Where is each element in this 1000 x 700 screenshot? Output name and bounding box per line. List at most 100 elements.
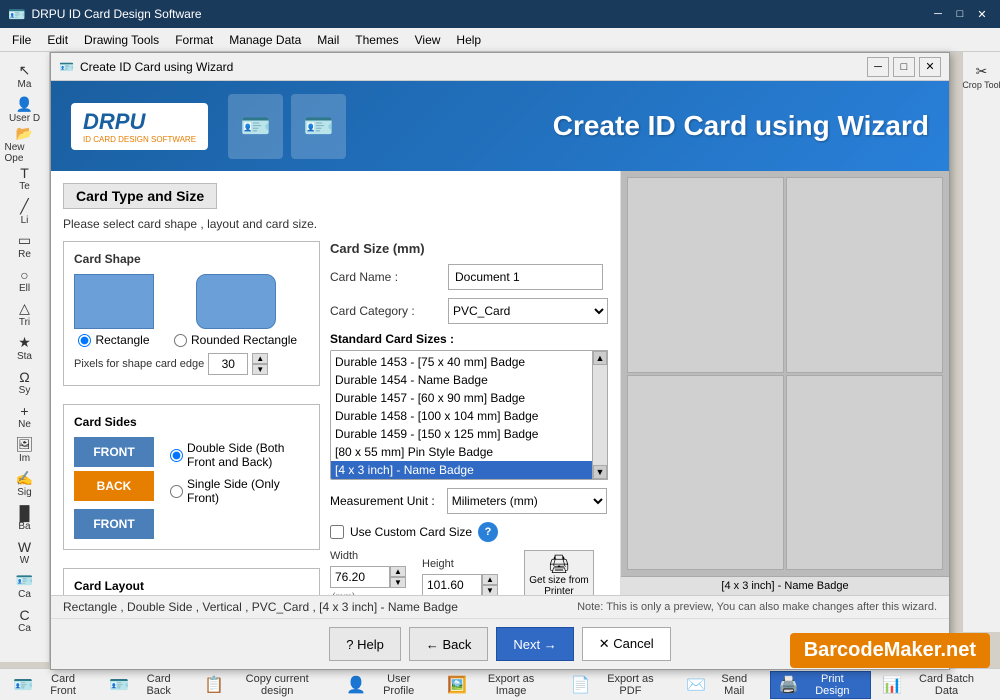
copy-design-label: Copy current design — [228, 673, 326, 697]
wizard-controls: ─ □ ✕ — [867, 57, 941, 77]
tool-sign[interactable]: ✍Sig — [4, 468, 46, 500]
toolbar-card-batch[interactable]: 📊 Card Batch Data — [873, 671, 996, 699]
tool-c[interactable]: CCa — [4, 604, 46, 636]
height-spin-down[interactable]: ▼ — [482, 585, 498, 595]
back-button[interactable]: BACK — [74, 471, 154, 501]
double-side-option[interactable]: Double Side (Both Front and Back) — [170, 441, 309, 469]
card-shape-section: Card Shape Rectangle — [63, 241, 320, 386]
app-icon: 🪪 — [8, 6, 25, 23]
shape-sides-col: Card Shape Rectangle — [63, 241, 320, 595]
tool-text[interactable]: TTe — [4, 162, 46, 194]
shape-rounded-label[interactable]: Rounded Rectangle — [174, 333, 297, 347]
get-size-btn[interactable]: 🖨 Get size from Printer — [524, 550, 594, 595]
user-profile-label: User Profile — [370, 673, 427, 697]
scroll-up[interactable]: ▲ — [593, 351, 607, 365]
wizard-dialog: 🪪 Create ID Card using Wizard ─ □ ✕ DRPU… — [50, 52, 950, 670]
wizard-right-panel: [4 x 3 inch] - Name Badge — [621, 171, 949, 595]
tool-new[interactable]: +Ne — [4, 400, 46, 432]
menu-format[interactable]: Format — [167, 31, 221, 49]
tool-w[interactable]: WW — [4, 536, 46, 568]
menu-edit[interactable]: Edit — [39, 31, 76, 49]
menu-themes[interactable]: Themes — [347, 31, 406, 49]
pixel-edge-label: Pixels for shape card edge — [74, 358, 204, 370]
preview-grid — [621, 171, 949, 576]
menu-view[interactable]: View — [407, 31, 449, 49]
menu-drawing-tools[interactable]: Drawing Tools — [76, 31, 167, 49]
pixel-spin-up[interactable]: ▲ — [252, 353, 268, 364]
pixel-edge-input[interactable] — [208, 353, 248, 375]
toolbar-send-mail[interactable]: ✉️ Send Mail — [677, 671, 768, 699]
help-icon[interactable]: ? — [478, 522, 498, 542]
toolbar-card-back[interactable]: 🪪 Card Back — [100, 671, 193, 699]
menu-file[interactable]: File — [4, 31, 39, 49]
app-titlebar: 🪪 DRPU ID Card Design Software ─ □ ✕ — [0, 0, 1000, 28]
tool-triangle[interactable]: △Tri — [4, 298, 46, 330]
scroll-down[interactable]: ▼ — [593, 465, 607, 479]
tool-card[interactable]: 🪪Ca — [4, 570, 46, 602]
tool-crop[interactable]: ✂Crop Tool — [961, 60, 1000, 92]
height-input[interactable] — [422, 574, 482, 595]
help-button[interactable]: ? Help — [329, 627, 401, 661]
card-name-input[interactable] — [448, 264, 603, 290]
shape-rect-radio[interactable] — [78, 334, 91, 347]
custom-size-checkbox[interactable] — [330, 525, 344, 539]
sizes-listbox[interactable]: Durable 1455 - [90 x 54 mm] BadgeDurable… — [330, 350, 608, 480]
wizard-maximize[interactable]: □ — [893, 57, 915, 77]
shape-rounded-text: Rounded Rectangle — [191, 333, 297, 347]
tool-line[interactable]: ╱Li — [4, 196, 46, 228]
double-side-radio[interactable] — [170, 449, 183, 462]
shape-rounded-radio[interactable] — [174, 334, 187, 347]
toolbar-export-pdf[interactable]: 📄 Export as PDF — [562, 671, 675, 699]
card-back-icon: 🪪 — [109, 675, 129, 695]
maximize-button[interactable]: □ — [950, 4, 970, 24]
side-options: Double Side (Both Front and Back) Single… — [170, 441, 309, 505]
pixel-spinners: ▲ ▼ — [252, 353, 268, 375]
toolbar-copy-design[interactable]: 📋 Copy current design — [195, 671, 335, 699]
menu-bar: File Edit Drawing Tools Format Manage Da… — [0, 28, 1000, 52]
card-front-label: Card Front — [37, 673, 89, 697]
toolbar-export-image[interactable]: 🖼️ Export as Image — [438, 671, 560, 699]
tool-user[interactable]: 👤User D — [4, 94, 46, 126]
shape-rect-label[interactable]: Rectangle — [78, 333, 149, 347]
pixel-spin-down[interactable]: ▼ — [252, 364, 268, 375]
back-button[interactable]: ← Back — [409, 627, 489, 661]
width-input[interactable] — [330, 566, 390, 588]
preview-card-3 — [627, 375, 784, 571]
tool-select[interactable]: ↖Ma — [4, 60, 46, 92]
toolbar-user-profile[interactable]: 👤 User Profile — [337, 671, 436, 699]
height-spin-up[interactable]: ▲ — [482, 574, 498, 585]
tool-symbol[interactable]: ΩSy — [4, 366, 46, 398]
toolbar-print-design[interactable]: 🖨️ Print Design — [770, 671, 872, 699]
width-spin-down[interactable]: ▼ — [390, 577, 406, 588]
close-button[interactable]: ✕ — [972, 4, 992, 24]
tool-barcode[interactable]: ▐▌Ba — [4, 502, 46, 534]
header-icon-1: 🪪 — [228, 94, 283, 159]
card-front-icon: 🪪 — [13, 675, 33, 695]
next-button[interactable]: Next → — [496, 627, 573, 661]
tool-open[interactable]: 📂New Ope — [4, 128, 46, 160]
measure-select[interactable]: Milimeters (mm) Inches (in) Pixels (px) — [447, 488, 607, 514]
width-group: Width ▲ ▼ (mm) — [330, 550, 406, 595]
menu-mail[interactable]: Mail — [309, 31, 347, 49]
single-side-option[interactable]: Single Side (Only Front) — [170, 477, 309, 505]
front-button[interactable]: FRONT — [74, 437, 154, 467]
single-side-radio[interactable] — [170, 485, 183, 498]
width-spin-up[interactable]: ▲ — [390, 566, 406, 577]
front-button-2[interactable]: FRONT — [74, 509, 154, 539]
cancel-button[interactable]: ✕ Cancel — [582, 627, 671, 661]
toolbar-card-front[interactable]: 🪪 Card Front — [4, 671, 98, 699]
minimize-button[interactable]: ─ — [928, 4, 948, 24]
wizard-close[interactable]: ✕ — [919, 57, 941, 77]
tool-ellipse[interactable]: ○Ell — [4, 264, 46, 296]
card-category-select[interactable]: PVC_Card Paper_Card Plastic_Card — [448, 298, 608, 324]
tool-star[interactable]: ★Sta — [4, 332, 46, 364]
tool-rect[interactable]: ▭Re — [4, 230, 46, 262]
tool-image[interactable]: 🖼Im — [4, 434, 46, 466]
wizard-title: Create ID Card using Wizard — [80, 60, 867, 74]
menu-help[interactable]: Help — [448, 31, 489, 49]
wizard-minimize[interactable]: ─ — [867, 57, 889, 77]
size-col: Card Size (mm) Card Name : Card Category… — [330, 241, 608, 595]
menu-manage-data[interactable]: Manage Data — [221, 31, 309, 49]
preview-card-2 — [786, 177, 943, 373]
copy-design-icon: 📋 — [204, 675, 224, 695]
